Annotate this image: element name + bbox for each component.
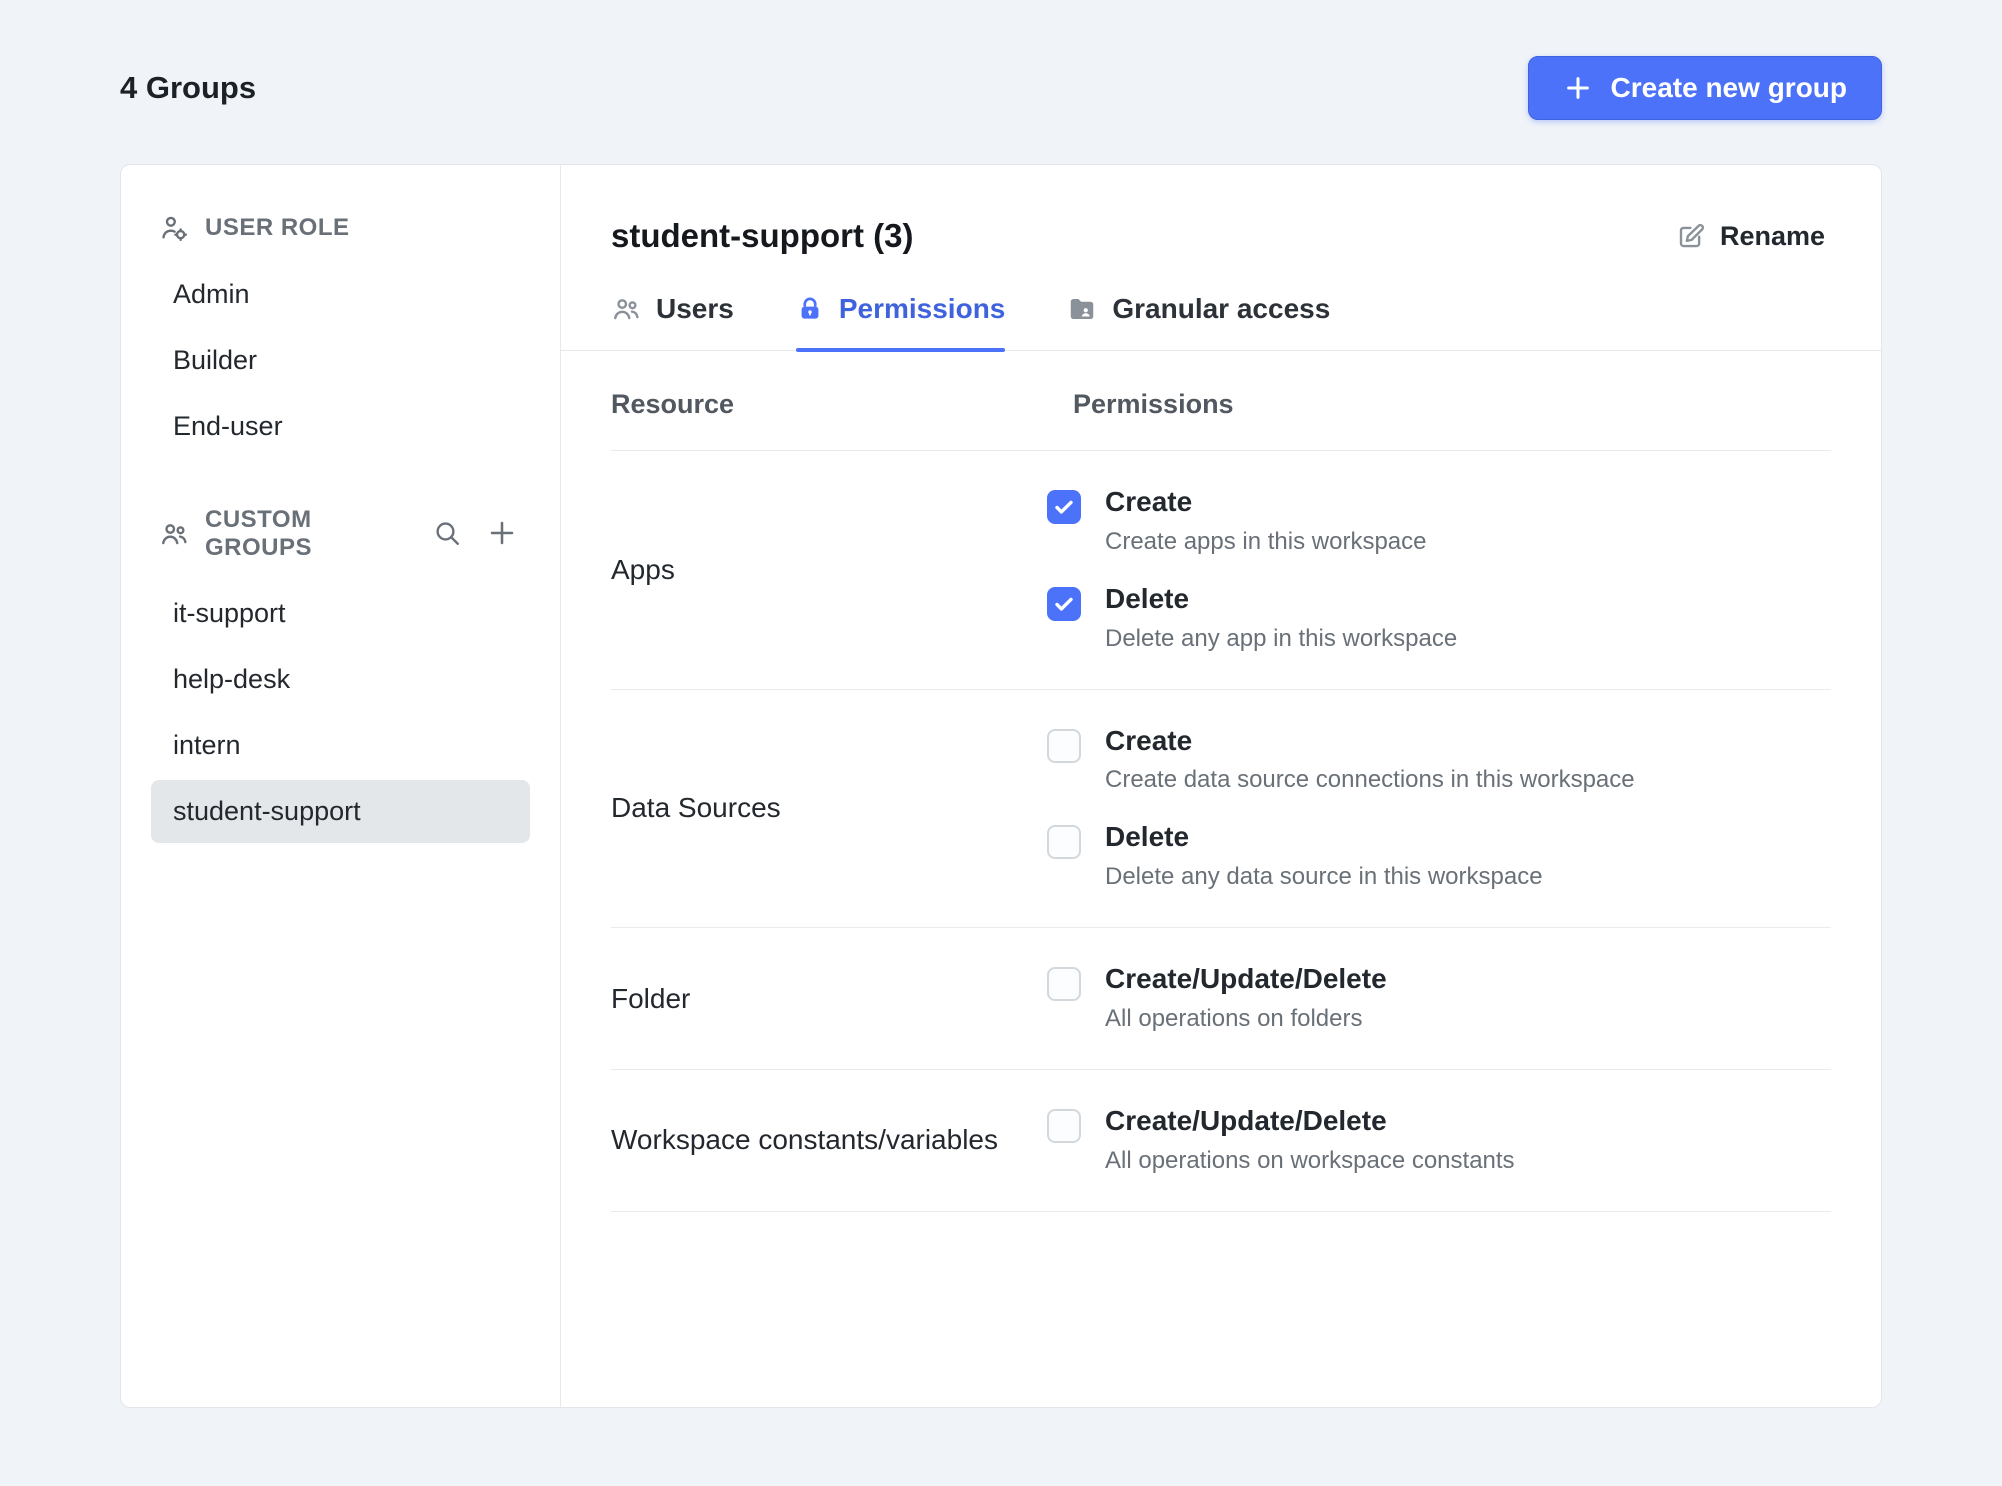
checkbox-workspace-constants-cud[interactable] <box>1047 1108 1081 1143</box>
folder-icon <box>1067 294 1097 324</box>
search-groups-button[interactable] <box>428 514 466 555</box>
tab-users-label: Users <box>656 293 734 324</box>
table-row: Apps Create Create apps in this workspac… <box>611 451 1831 690</box>
group-detail-panel: student-support (3) Rename Users Permiss… <box>561 165 1881 1407</box>
user-role-icon <box>159 213 189 243</box>
custom-groups-label: CUSTOM GROUPS <box>205 506 313 561</box>
permission-label: Create <box>1105 486 1193 517</box>
permission-description: Create data source connections in this w… <box>1105 766 1635 794</box>
permission-description: Delete any data source in this workspace <box>1105 863 1543 891</box>
resource-label: Data Sources <box>611 792 781 824</box>
permission-description: Create apps in this workspace <box>1105 527 1427 555</box>
user-role-section: USER ROLE Admin Builder End-user <box>151 213 530 458</box>
search-icon <box>432 518 462 548</box>
tabs: Users Permissions Granular access <box>561 293 1881 352</box>
tab-granular-access-label: Granular access <box>1112 293 1331 324</box>
table-header-row: Resource Permissions <box>611 351 1831 451</box>
resource-column-header: Resource <box>611 389 735 419</box>
plus-icon <box>486 517 518 549</box>
permission-list: Create Create data source connections in… <box>1047 724 1831 892</box>
resource-label: Apps <box>611 553 675 585</box>
checkbox-apps-create[interactable] <box>1047 490 1081 524</box>
rename-label: Rename <box>1719 220 1825 251</box>
tab-permissions-label: Permissions <box>838 293 1006 324</box>
users-icon <box>611 294 641 324</box>
permission-label: Create/Update/Delete <box>1105 1104 1387 1136</box>
permissions-table: Resource Permissions Apps Create Create … <box>611 351 1831 1212</box>
add-group-button[interactable] <box>482 513 522 556</box>
permission-label: Create <box>1105 724 1193 756</box>
groups-card: USER ROLE Admin Builder End-user CUSTOM … <box>120 164 1882 1408</box>
permission-label: Delete <box>1105 821 1190 853</box>
create-new-group-label: Create new group <box>1610 72 1847 103</box>
tab-granular-access[interactable]: Granular access <box>1067 293 1330 350</box>
sidebar-item-help-desk[interactable]: help-desk <box>151 648 530 711</box>
permission-item: Delete Delete any data source in this wo… <box>1047 822 1831 891</box>
custom-groups-header: CUSTOM GROUPS <box>151 506 530 562</box>
sidebar-item-it-support[interactable]: it-support <box>151 582 530 645</box>
user-role-label: USER ROLE <box>205 214 350 241</box>
tab-users[interactable]: Users <box>611 293 734 350</box>
topbar: 4 Groups Create new group <box>0 0 2002 120</box>
plus-icon <box>1563 73 1593 103</box>
permission-item: Create/Update/Delete All operations on f… <box>1047 963 1831 1033</box>
permission-description: All operations on folders <box>1105 1004 1363 1032</box>
permission-item: Create/Update/Delete All operations on w… <box>1047 1104 1831 1175</box>
sidebar-item-student-support[interactable]: student-support <box>151 780 530 843</box>
groups-sidebar: USER ROLE Admin Builder End-user CUSTOM … <box>121 165 561 1407</box>
panel-header: student-support (3) Rename <box>561 165 1881 255</box>
rename-button[interactable]: Rename <box>1670 220 1831 253</box>
tab-permissions[interactable]: Permissions <box>795 293 1006 352</box>
checkbox-datasources-delete[interactable] <box>1047 825 1081 860</box>
resource-label: Workspace constants/variables <box>611 1124 998 1156</box>
permission-list: Create/Update/Delete All operations on w… <box>1047 1104 1831 1175</box>
permissions-column-header: Permissions <box>1073 389 1234 419</box>
sidebar-item-end-user[interactable]: End-user <box>151 395 530 458</box>
custom-groups-section: CUSTOM GROUPS it-support help-desk inter… <box>151 506 530 843</box>
permission-item: Delete Delete any app in this workspace <box>1047 582 1831 653</box>
table-row: Workspace constants/variables Create/Upd… <box>611 1070 1831 1212</box>
pencil-icon <box>1676 221 1706 251</box>
lock-icon <box>796 295 824 323</box>
table-row: Data Sources Create Create data source c… <box>611 690 1831 929</box>
permission-label: Delete <box>1105 582 1190 614</box>
group-title: student-support (3) <box>611 217 914 254</box>
permission-list: Create/Update/Delete All operations on f… <box>1047 963 1831 1033</box>
checkbox-datasources-create[interactable] <box>1047 728 1081 763</box>
page-title: 4 Groups <box>120 70 257 105</box>
table-row: Folder Create/Update/Delete All operatio… <box>611 928 1831 1070</box>
user-role-header: USER ROLE <box>151 213 530 243</box>
sidebar-item-intern[interactable]: intern <box>151 714 530 777</box>
permission-description: Delete any app in this workspace <box>1105 624 1458 652</box>
checkbox-apps-delete[interactable] <box>1047 586 1081 621</box>
resource-label: Folder <box>611 982 691 1014</box>
sidebar-item-builder[interactable]: Builder <box>151 329 530 392</box>
permission-item: Create Create data source connections in… <box>1047 724 1831 795</box>
permission-description: All operations on workspace constants <box>1105 1146 1515 1174</box>
permission-list: Create Create apps in this workspace Del… <box>1047 486 1831 653</box>
permission-item: Create Create apps in this workspace <box>1047 486 1831 556</box>
permission-label: Create/Update/Delete <box>1105 963 1387 995</box>
checkbox-folder-cud[interactable] <box>1047 967 1081 1002</box>
create-new-group-button[interactable]: Create new group <box>1527 56 1882 120</box>
custom-groups-icon <box>159 519 189 549</box>
sidebar-item-admin[interactable]: Admin <box>151 263 530 326</box>
